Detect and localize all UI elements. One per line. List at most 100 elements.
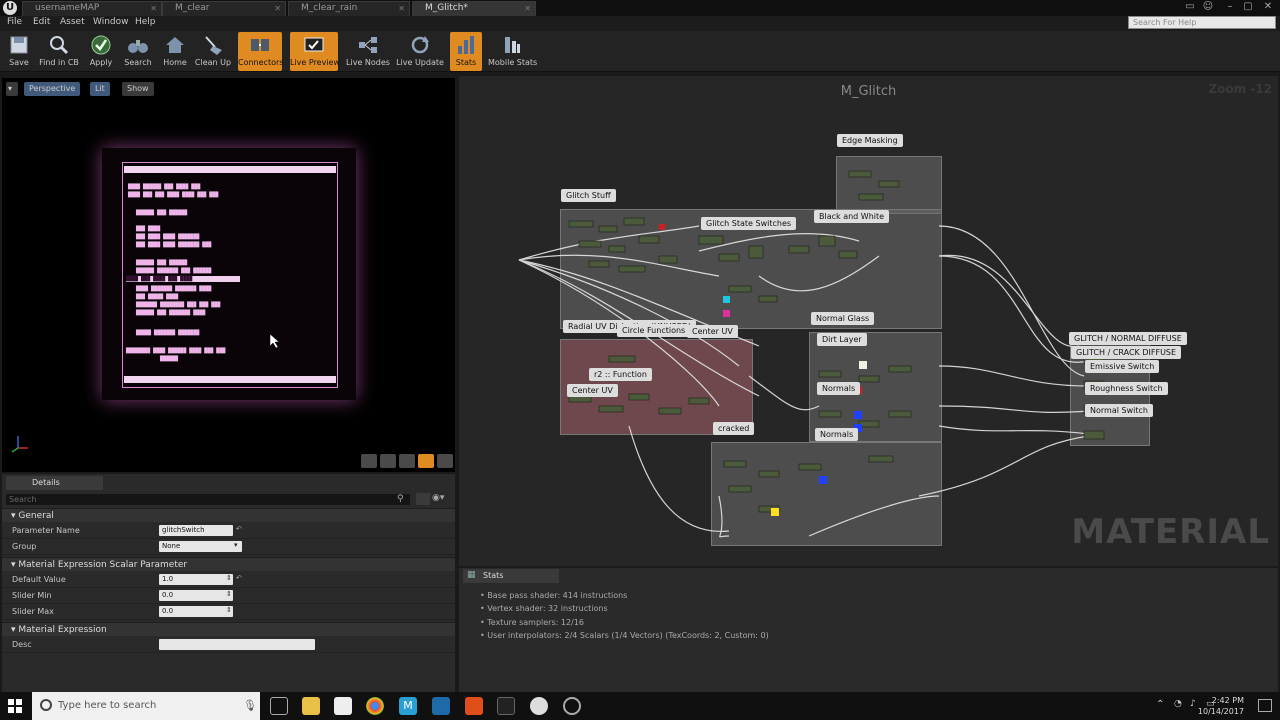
network-icon[interactable]: ◔ [1174,699,1182,709]
maya-icon[interactable]: M [399,697,417,715]
slider-max-field[interactable]: 0.0 [159,606,233,617]
monitor-app-icon[interactable] [432,697,450,715]
help-search-input[interactable]: Search For Help [1128,16,1276,29]
chevron-down-icon[interactable]: ▾ [234,541,238,549]
property-row-desc: Desc [2,637,455,653]
preview-viewport[interactable]: ▾ Perspective Lit Show ████ ██████ ███ █… [2,78,455,472]
comment-label: r2 :: Function [589,368,652,381]
comment-label: cracked [713,422,755,435]
file-explorer-icon[interactable] [302,697,320,715]
unreal-engine-icon[interactable] [530,697,548,715]
live-preview-icon [304,37,324,52]
notification-icon[interactable]: ▭ [1182,0,1198,14]
desc-field[interactable] [159,639,315,650]
tab-label: M_clear [175,3,210,13]
find-in-cb-button[interactable]: Find in CB [38,32,80,71]
chrome-icon[interactable] [366,697,384,715]
maximize-icon[interactable]: ▢ [1240,0,1256,14]
section-expression-label: Material Expression [18,625,107,635]
mobile-stats-button[interactable]: Mobile Stats [488,32,537,71]
spinner-arrows-icon[interactable]: ⇕ [226,574,232,582]
connectors-button[interactable]: Connectors [238,32,283,71]
preview-cylinder-button[interactable] [361,454,377,468]
taskbar-search-input[interactable]: Type here to search [32,692,260,720]
apply-button[interactable]: Apply [86,32,116,71]
system-clock[interactable]: 2:42 PM 10/14/2017 [1198,695,1244,717]
close-icon[interactable]: ✕ [398,2,405,15]
property-row-slider-min: Slider Min 0.0 ⇕ [2,588,455,604]
tab-m-glitch[interactable]: M_Glitch* ✕ [412,1,536,16]
section-material-expression[interactable]: ▾ Material Expression [2,622,455,636]
home-label: Home [163,58,187,67]
details-tab-label: Details [32,478,60,487]
steam-icon[interactable] [563,697,581,715]
epic-launcher-icon[interactable] [497,697,515,715]
tab-m-clear-rain[interactable]: M_clear_rain ✕ [288,1,410,16]
windows-taskbar: Type here to search 🎙 M ⌃ ◔ ♪ ▭ 2:42 PM … [0,692,1280,720]
spinner-arrows-icon[interactable]: ⇕ [226,590,232,598]
parameter-name-field[interactable]: glitchSwitch [159,525,233,536]
volume-icon[interactable]: ♪ [1190,699,1196,709]
unreal-logo-icon: U [3,1,17,15]
live-update-button[interactable]: Live Update [396,32,444,71]
clock-date: 10/14/2017 [1197,707,1244,716]
comment-label: GLITCH / NORMAL DIFFUSE [1069,332,1187,345]
menu-help[interactable]: Help [135,17,156,27]
preview-sphere-button[interactable] [380,454,396,468]
tab-label: M_clear_rain [301,3,358,13]
section-scalar-parameter[interactable]: ▾ Material Expression Scalar Parameter [2,557,455,571]
menu-asset[interactable]: Asset [60,17,85,27]
menu-edit[interactable]: Edit [33,17,50,27]
section-general[interactable]: ▾ General [2,508,455,522]
details-tab[interactable]: Details [6,476,103,490]
home-button[interactable]: Home [160,32,190,71]
comment-label: Emissive Switch [1085,360,1160,373]
menu-window[interactable]: Window [93,17,129,27]
minimize-icon[interactable]: – [1222,0,1238,14]
reset-arrow-icon[interactable]: ↶ [236,525,242,533]
stats-tab[interactable]: Stats [463,569,559,583]
tab-m-clear[interactable]: M_clear ✕ [162,1,286,16]
stats-button[interactable]: Stats [450,32,482,71]
section-general-label: General [18,511,54,521]
material-graph-canvas[interactable]: M_Glitch Zoom -12 Edge Masking Glitch St… [459,76,1278,566]
store-icon[interactable] [334,697,352,715]
feedback-icon[interactable]: ☺ [1200,0,1216,14]
clean-up-button[interactable]: Clean Up [194,32,232,71]
preview-cube-button[interactable] [418,454,434,468]
preview-plane-button[interactable] [399,454,415,468]
live-preview-button[interactable]: Live Preview [290,32,340,71]
close-icon[interactable]: ✕ [274,2,281,15]
default-value-field[interactable]: 1.0 [159,574,233,585]
details-search-input[interactable]: Search [6,494,410,505]
close-icon[interactable]: ✕ [150,2,157,15]
chevron-up-icon[interactable]: ⌃ [1156,699,1164,710]
toolbar: Save Find in CB Apply Search Home Clean … [0,31,1280,72]
property-row-default-value: Default Value 1.0 ⇕ ↶ [2,572,455,588]
tab-label: M_Glitch* [425,3,468,13]
eye-icon[interactable]: ◉▾ [432,493,444,503]
view-options-icon[interactable] [416,493,430,505]
tab-usernamemap[interactable]: usernameMAP ✕ [22,1,162,16]
slider-min-label: Slider Min [12,591,52,600]
broom-icon [205,36,222,55]
search-button[interactable]: Search [122,32,154,71]
action-center-icon[interactable] [1258,699,1272,712]
comment-label: Black and White [814,210,890,223]
task-view-icon[interactable] [270,697,288,715]
save-button[interactable]: Save [4,32,34,71]
close-window-icon[interactable]: ✕ [1260,0,1276,14]
stats-icon: ▦ [467,570,476,580]
close-icon[interactable]: ✕ [524,2,531,15]
clean-up-label: Clean Up [194,58,232,67]
slider-min-field[interactable]: 0.0 [159,590,233,601]
reset-arrow-icon[interactable]: ↶ [236,574,242,582]
microphone-icon[interactable]: 🎙 [243,699,257,712]
spinner-arrows-icon[interactable]: ⇕ [226,606,232,614]
windows-start-icon[interactable] [8,699,22,713]
preview-mesh-button[interactable] [437,454,453,468]
live-nodes-button[interactable]: Live Nodes [346,32,390,71]
menu-file[interactable]: File [7,17,22,27]
group-combobox[interactable]: None [159,541,242,552]
vivaldi-icon[interactable] [465,697,483,715]
